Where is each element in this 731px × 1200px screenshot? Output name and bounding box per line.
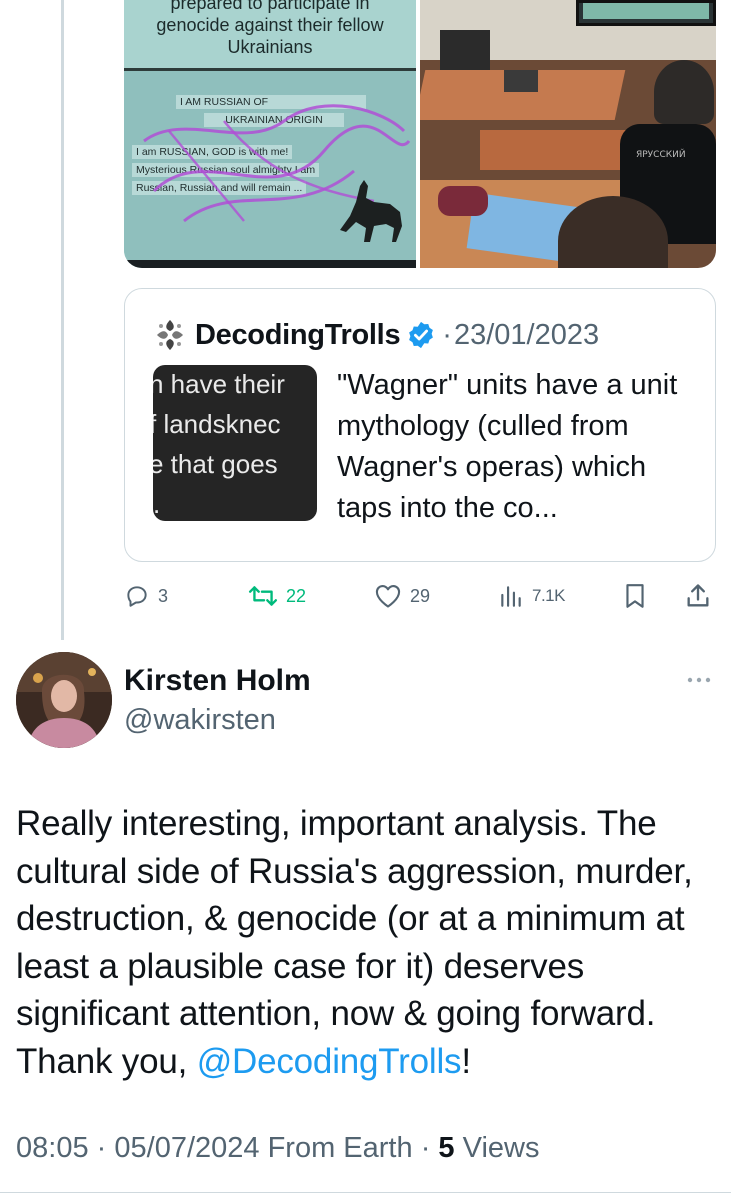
avatar-photo [16, 652, 112, 748]
classroom-tv [576, 0, 716, 26]
tweet-metadata: 08:05 · 05/07/2024 From Earth · 5 Views [16, 1132, 539, 1165]
tweet-action-bar: 3 22 29 7.1K [124, 578, 724, 614]
repost-count: 22 [286, 585, 307, 606]
views-label: Views [462, 1132, 540, 1164]
decodingtrolls-avatar-icon[interactable] [151, 316, 189, 354]
share-icon [687, 584, 709, 607]
share-button[interactable] [684, 578, 720, 614]
quoted-tweet-header: DecodingTrolls · 23/01/2023 [151, 317, 599, 353]
reply-tweet-text: Really interesting, important analysis. … [16, 800, 722, 1085]
reply-text-end: ! [461, 1041, 471, 1081]
views-total: 5 [438, 1132, 455, 1164]
views-icon [501, 586, 521, 607]
slide-caption: prepared to participate in genocide agai… [124, 0, 416, 58]
caption-line: genocide against their fellow [156, 15, 384, 35]
bookmark-button[interactable] [622, 578, 656, 614]
pencil-case [438, 186, 488, 216]
computer-monitor [440, 30, 490, 70]
quoted-tweet-text: "Wagner" units have a unit mythology (cu… [337, 369, 678, 524]
quoted-tweet-thumbnail[interactable]: n have their f landsknec e that goes . [153, 365, 317, 521]
thread-connector-line [61, 0, 64, 640]
reply-text-body: Really interesting, important analysis. … [16, 804, 693, 1081]
tweet-source: From Earth [267, 1132, 413, 1164]
monitor [504, 70, 538, 92]
repost-button[interactable]: 22 [248, 578, 306, 614]
student-head [654, 60, 714, 124]
meta-separator: · [420, 1132, 431, 1164]
bookmark-icon [626, 584, 644, 608]
reply-author-avatar[interactable] [16, 652, 112, 748]
tweet-date[interactable]: 05/07/2024 [114, 1132, 259, 1164]
reply-count: 3 [158, 585, 169, 606]
like-count: 29 [410, 585, 431, 606]
like-button[interactable]: 29 [374, 578, 430, 614]
media-image-slide[interactable]: prepared to participate in genocide agai… [124, 0, 416, 268]
quoted-tweet-date[interactable]: 23/01/2023 [454, 319, 599, 352]
media-image-classroom[interactable]: ЯРУССКИЙ [420, 0, 716, 268]
thumb-text-line: . [153, 489, 161, 519]
projected-screen: I AM RUSSIAN OF UKRAINIAN ORIGIN I am RU… [124, 68, 416, 268]
views-button[interactable]: 7.1K [498, 578, 565, 614]
thumb-text-line: f landsknec [153, 409, 281, 439]
meta-separator: · [96, 1132, 107, 1164]
shirt-print: ЯРУССКИЙ [636, 150, 686, 160]
caption-line: prepared to participate in [170, 0, 370, 13]
screen-frame [124, 260, 416, 268]
quoted-tweet-card[interactable]: DecodingTrolls · 23/01/2023 n have their… [124, 288, 716, 562]
quoted-author-name[interactable]: DecodingTrolls [195, 319, 401, 352]
thumb-text-line: n have their [153, 369, 285, 399]
reply-author-name[interactable]: Kirsten Holm [124, 664, 311, 698]
mention-link[interactable]: @DecodingTrolls [197, 1042, 462, 1081]
repost-icon [248, 586, 278, 606]
thumb-text-line: e that goes [153, 449, 278, 479]
tweet-media-grid[interactable]: prepared to participate in genocide agai… [124, 0, 716, 268]
horse-rider-silhouette [340, 180, 402, 242]
caption-line: Ukrainians [227, 37, 313, 57]
reply-author-handle[interactable]: @wakirsten [124, 704, 276, 737]
divider [0, 1192, 731, 1193]
views-count: 7.1K [532, 586, 565, 605]
quote-separator: · [442, 318, 452, 351]
tweet-time[interactable]: 08:05 [16, 1132, 89, 1164]
reply-button[interactable]: 3 [124, 578, 168, 614]
verified-icon [409, 321, 434, 349]
like-icon [375, 585, 401, 608]
reply-icon [127, 586, 147, 607]
more-icon[interactable] [684, 668, 714, 692]
